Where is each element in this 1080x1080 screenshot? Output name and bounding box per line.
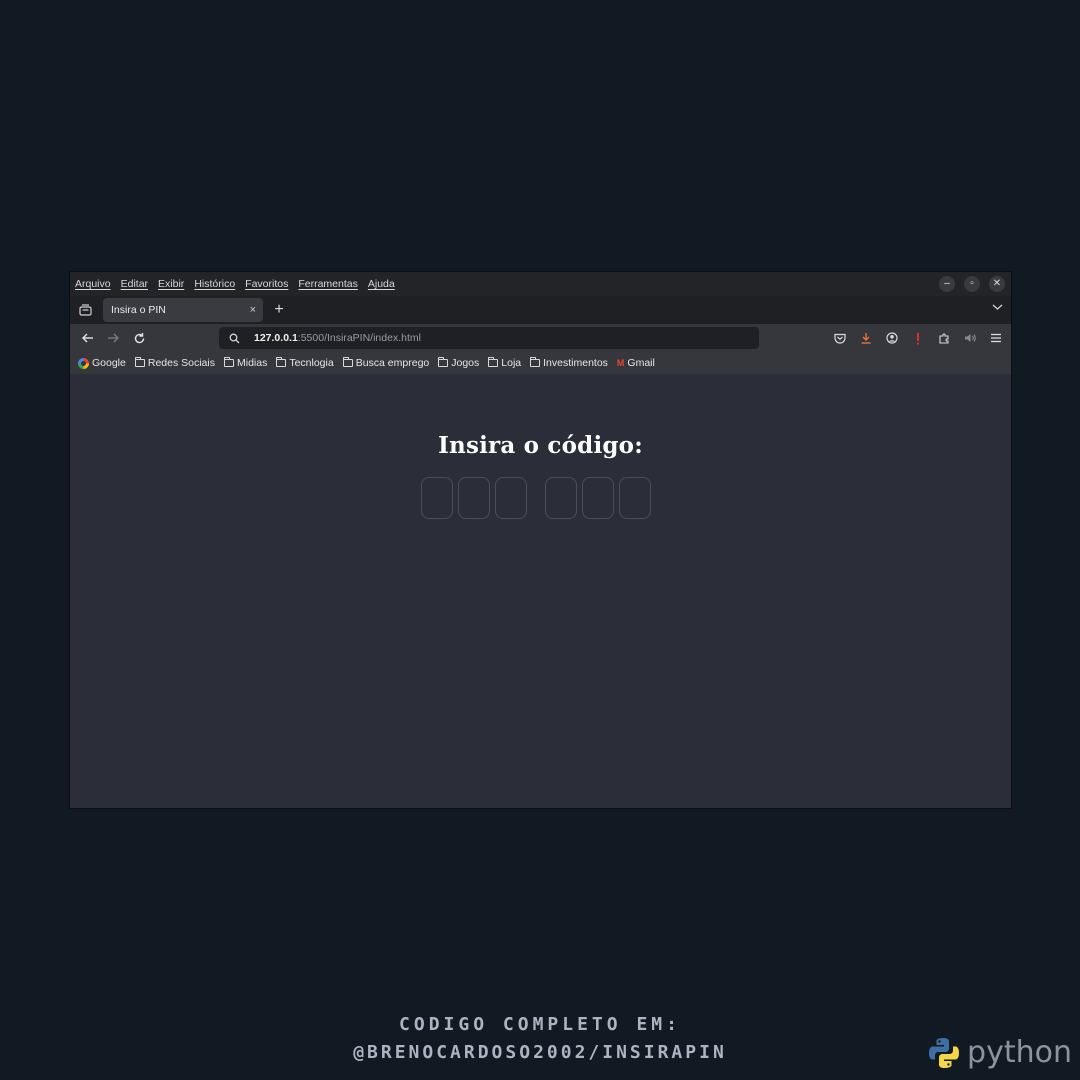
extension-alert-icon[interactable] [911,331,925,345]
tab-title: Insira o PIN [111,304,166,316]
url-bar[interactable]: 127.0.0.1:5500/InsiraPIN/index.html [219,327,759,349]
navigation-bar: 127.0.0.1:5500/InsiraPIN/index.html [70,324,1011,352]
new-tab-button[interactable]: + [271,301,287,319]
bookmark-loja[interactable]: Loja [488,357,521,369]
menu-bar: Arquivo Editar Exibir Histórico Favorito… [70,272,1011,296]
search-icon [229,333,240,343]
minimize-button[interactable]: – [939,276,955,292]
menu-arquivo[interactable]: Arquivo [75,278,111,290]
pin-digit-4[interactable] [545,477,577,519]
bookmark-gmail[interactable]: M Gmail [617,357,655,369]
bookmark-label: Jogos [451,357,480,369]
forward-button[interactable] [100,325,126,351]
toolbar-icons [833,324,1003,352]
bookmark-midias[interactable]: Midias [223,357,268,369]
bookmark-jogos[interactable]: Jogos [438,357,479,369]
menu-ajuda[interactable]: Ajuda [368,278,395,290]
pin-digit-1[interactable] [421,477,453,519]
gmail-icon: M [616,358,625,368]
hamburger-menu-icon[interactable] [989,331,1003,345]
folder-icon [342,357,353,367]
folder-icon [134,357,145,367]
folder-icon [276,357,287,367]
account-icon[interactable] [885,331,899,345]
bookmark-label: Gmail [627,357,655,369]
menu-ferramentas[interactable]: Ferramentas [298,278,358,290]
pin-digit-6[interactable] [619,477,651,519]
video-frame: Arquivo Editar Exibir Histórico Favorito… [0,0,1080,1080]
bookmark-google[interactable]: Google [78,357,126,369]
page-title: Insira o código: [438,432,643,459]
python-wordmark: python [967,1035,1072,1070]
bookmark-label: Loja [501,357,522,369]
bookmark-label: Busca emprego [355,357,430,369]
url-host: 127.0.0.1 [254,332,298,344]
footer-caption: CODIGO COMPLETO EM: [399,1014,681,1035]
bookmark-label: Investimentos [543,357,608,369]
google-icon [78,357,89,369]
pocket-icon[interactable] [833,331,847,345]
bookmark-busca-emprego[interactable]: Busca emprego [342,357,430,369]
restore-button[interactable]: ▫ [964,276,980,292]
footer-handle: @BRENOCARDOSO2002/INSIRAPIN [353,1042,727,1063]
bookmark-label: Tecnlogia [289,357,334,369]
window-controls: – ▫ ✕ [939,276,1005,292]
browser-window: Arquivo Editar Exibir Histórico Favorito… [70,272,1011,808]
back-arrow-icon [81,333,93,343]
bookmark-label: Google [92,357,126,369]
menu-editar[interactable]: Editar [121,278,148,290]
pin-digit-3[interactable] [495,477,527,519]
reload-icon [134,332,144,343]
close-tab-icon[interactable]: × [250,304,256,316]
pin-digit-2[interactable] [458,477,490,519]
forward-arrow-icon [107,333,119,343]
chevron-down-icon[interactable] [992,302,1003,314]
pin-digit-5[interactable] [582,477,614,519]
python-icon [929,1037,960,1068]
tab-list-icon[interactable] [71,296,99,324]
python-logo: python [927,1035,1072,1070]
pin-separator [532,477,545,519]
tabs-icon [78,304,92,316]
bookmark-tecnlogia[interactable]: Tecnlogia [276,357,334,369]
tab-bar: Insira o PIN × + [70,296,1011,324]
menu-exibir[interactable]: Exibir [158,278,184,290]
reload-button[interactable] [126,325,152,351]
folder-icon [223,357,234,367]
bookmark-label: Redes Sociais [147,357,215,369]
pin-input-group [421,477,656,519]
bookmarks-bar: Google Redes Sociais Midias Tecnlogia Bu… [70,352,1011,375]
tab-insira-pin[interactable]: Insira o PIN × [103,298,263,322]
extensions-icon[interactable] [937,331,951,345]
close-window-button[interactable]: ✕ [989,276,1005,292]
menu-favoritos[interactable]: Favoritos [245,278,288,290]
speaker-icon[interactable] [963,331,977,345]
folder-icon [438,357,449,367]
back-button[interactable] [74,325,100,351]
menu-historico[interactable]: Histórico [194,278,235,290]
bookmark-label: Midias [236,357,268,369]
download-icon[interactable] [859,331,873,345]
bookmark-redes-sociais[interactable]: Redes Sociais [134,357,215,369]
bookmark-investimentos[interactable]: Investimentos [530,357,608,369]
page-content: Insira o código: [70,374,1011,808]
folder-icon [530,357,541,367]
folder-icon [488,357,499,367]
url-path: :5500/InsiraPIN/index.html [297,332,421,344]
